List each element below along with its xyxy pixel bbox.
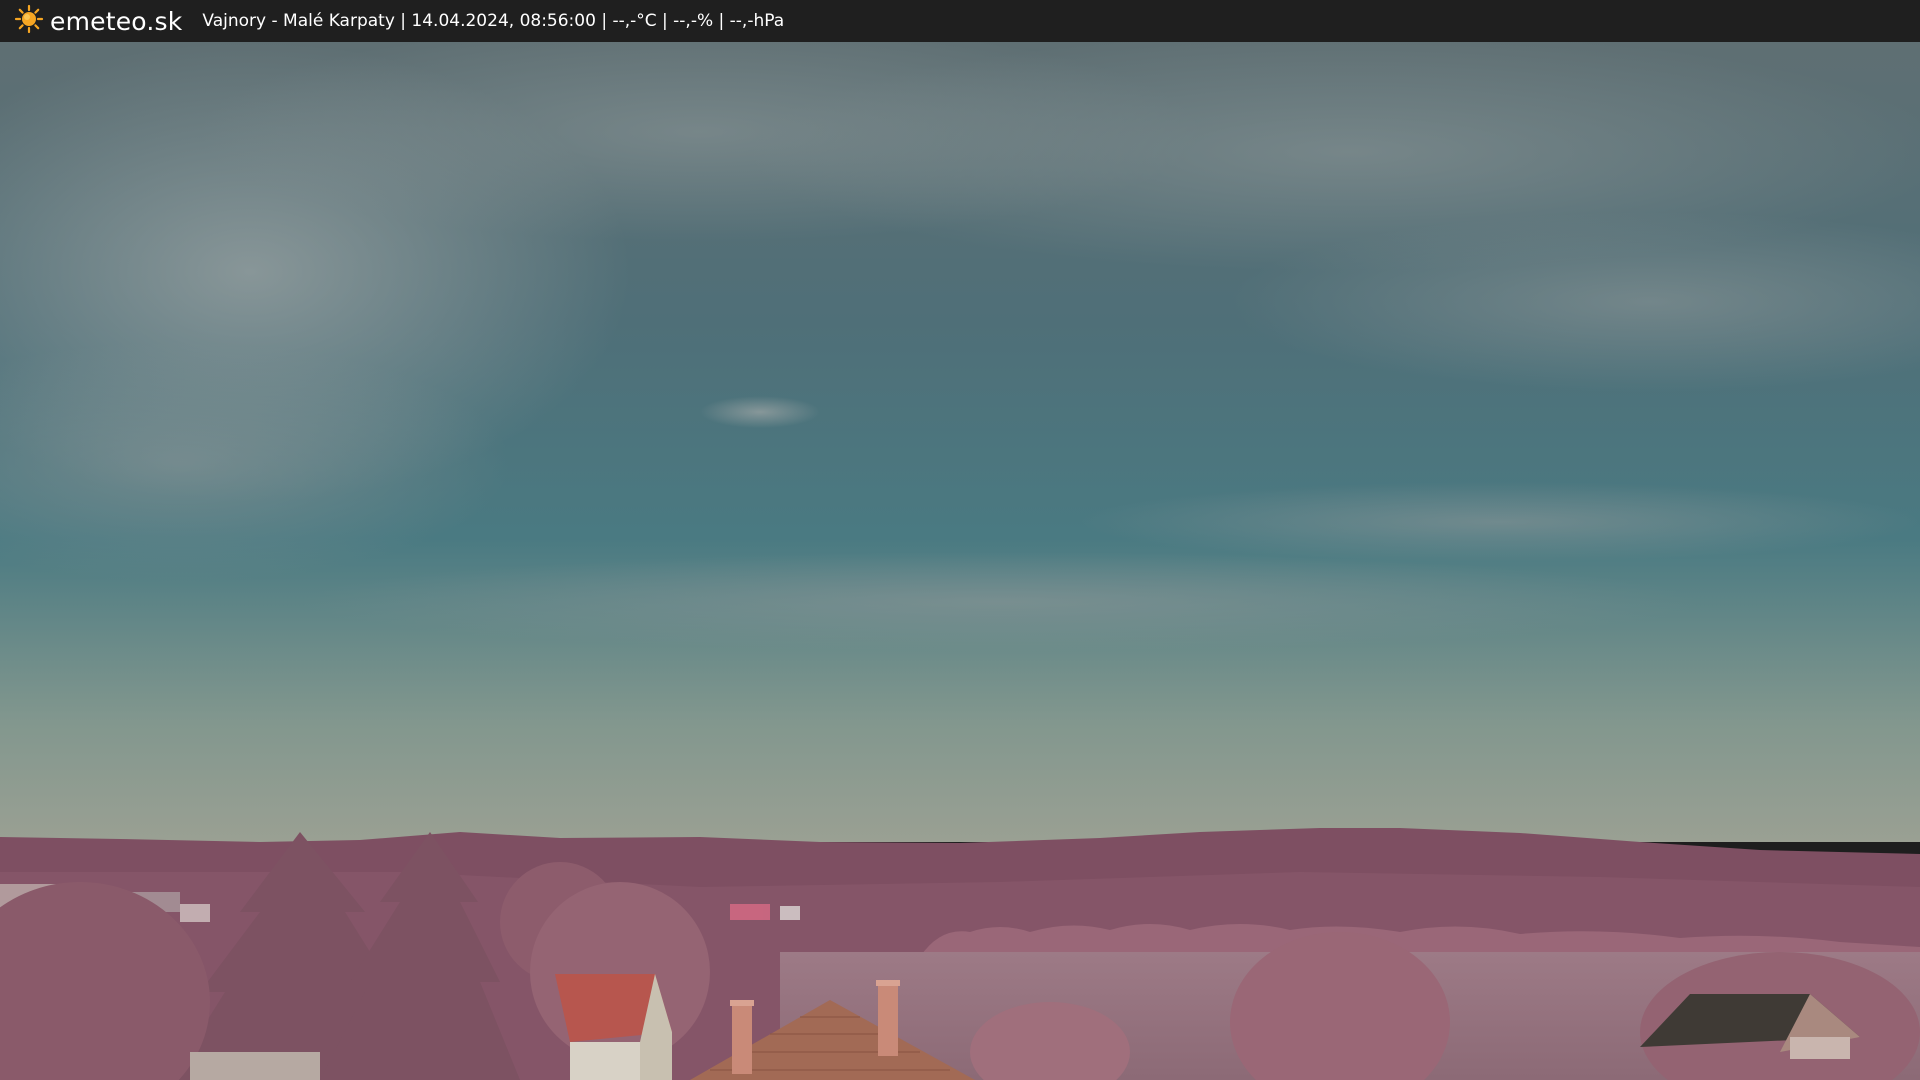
top-bar: emeteo.sk Vajnory - Malé Karpaty | 14.04…: [0, 0, 1920, 42]
logo[interactable]: emeteo.sk: [14, 4, 182, 38]
station-status: Vajnory - Malé Karpaty | 14.04.2024, 08:…: [202, 11, 785, 31]
webcam-image: [0, 42, 1920, 1080]
sun-icon: [14, 4, 44, 38]
logo-text: emeteo.sk: [50, 6, 183, 36]
